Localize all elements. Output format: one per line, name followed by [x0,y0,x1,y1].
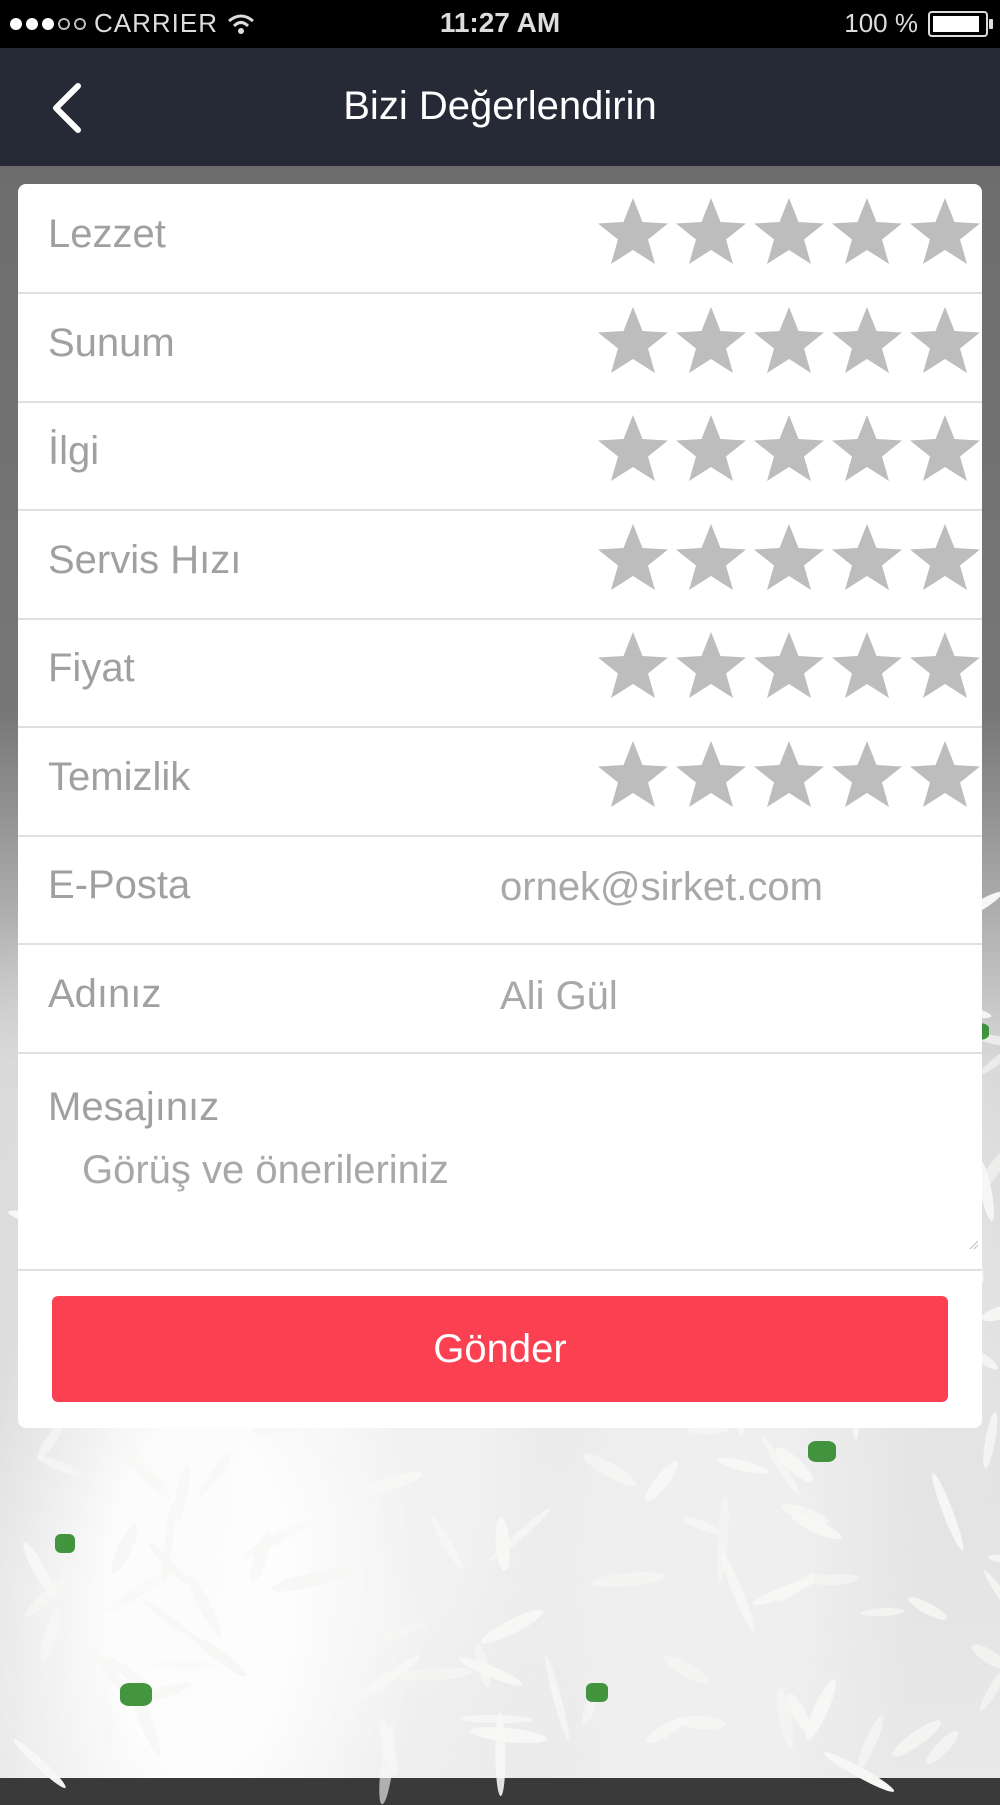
rating-form-card: Lezzet Sunum İlgi Servis Hızı Fiyat Temizlik … [18,184,982,1428]
resize-handle-icon[interactable] [968,1239,978,1249]
star-icon[interactable] [594,303,672,381]
page-title: Bizi Değerlendirin [343,84,657,128]
battery-percent: 100 % [844,8,918,38]
rating-row: Sunum [18,293,982,403]
navigation-bar: Bizi Değerlendirin [0,48,1000,166]
submit-button[interactable]: Gönder [52,1296,948,1402]
battery-fill [933,15,979,32]
rating-label: Temizlik [48,754,191,799]
rating-label: Sunum [48,320,175,365]
star-icon[interactable] [594,194,672,272]
rating-row: İlgi [18,401,982,511]
star-icon[interactable] [828,411,906,489]
star-icon[interactable] [750,628,828,706]
star-icon[interactable] [906,737,982,815]
star-icon[interactable] [750,303,828,381]
message-textarea[interactable]: Görüş ve önerileriniz [82,1148,449,1193]
star-icon[interactable] [828,520,906,598]
rating-label: Lezzet [48,212,166,256]
star-icon[interactable] [906,303,982,381]
rating-row: Lezzet [18,184,982,294]
star-icon[interactable] [672,194,750,272]
message-label: Mesajınız [48,1085,220,1129]
name-label: Adınız [48,972,162,1016]
star-icon[interactable] [672,737,750,815]
star-icon[interactable] [594,737,672,815]
status-bar: CARRIER 11:27 AM 100 % [0,0,1000,48]
rating-row: Temizlik [18,727,982,837]
star-rating[interactable] [594,194,982,272]
email-label: E-Posta [48,863,191,907]
star-icon[interactable] [906,194,982,272]
name-row: Adınız Ali Gül [18,944,982,1054]
star-icon[interactable] [594,411,672,489]
star-icon[interactable] [906,628,982,706]
star-icon[interactable] [906,411,982,489]
star-icon[interactable] [750,520,828,598]
email-field[interactable]: ornek@sirket.com [500,865,823,910]
star-icon[interactable] [750,194,828,272]
star-icon[interactable] [672,303,750,381]
name-field[interactable]: Ali Gül [500,974,618,1019]
star-icon[interactable] [594,520,672,598]
star-icon[interactable] [828,194,906,272]
rating-row: Fiyat [18,618,982,728]
star-icon[interactable] [828,628,906,706]
message-row[interactable]: Mesajınız Görüş ve önerileriniz [18,1053,982,1271]
star-rating[interactable] [594,411,982,489]
star-rating[interactable] [594,628,982,706]
rating-label: Fiyat [48,646,135,690]
battery-info: 100 % [844,8,993,39]
star-icon[interactable] [594,628,672,706]
pepper-piece [807,1441,836,1463]
star-icon[interactable] [906,520,982,598]
star-rating[interactable] [594,303,982,381]
rating-label: Servis Hızı [48,537,242,582]
star-rating[interactable] [594,737,982,815]
pepper-piece [54,1534,76,1554]
pepper-piece [586,1683,608,1702]
star-icon[interactable] [750,737,828,815]
battery-icon [928,10,993,37]
star-icon[interactable] [828,737,906,815]
rating-label: İlgi [48,429,100,473]
star-icon[interactable] [750,411,828,489]
star-icon[interactable] [828,303,906,381]
rating-row: Servis Hızı [18,510,982,620]
star-icon[interactable] [672,411,750,489]
pepper-piece [119,1682,152,1707]
star-rating[interactable] [594,520,982,598]
star-icon[interactable] [672,520,750,598]
star-icon[interactable] [672,628,750,706]
email-row: E-Posta ornek@sirket.com [18,835,982,945]
